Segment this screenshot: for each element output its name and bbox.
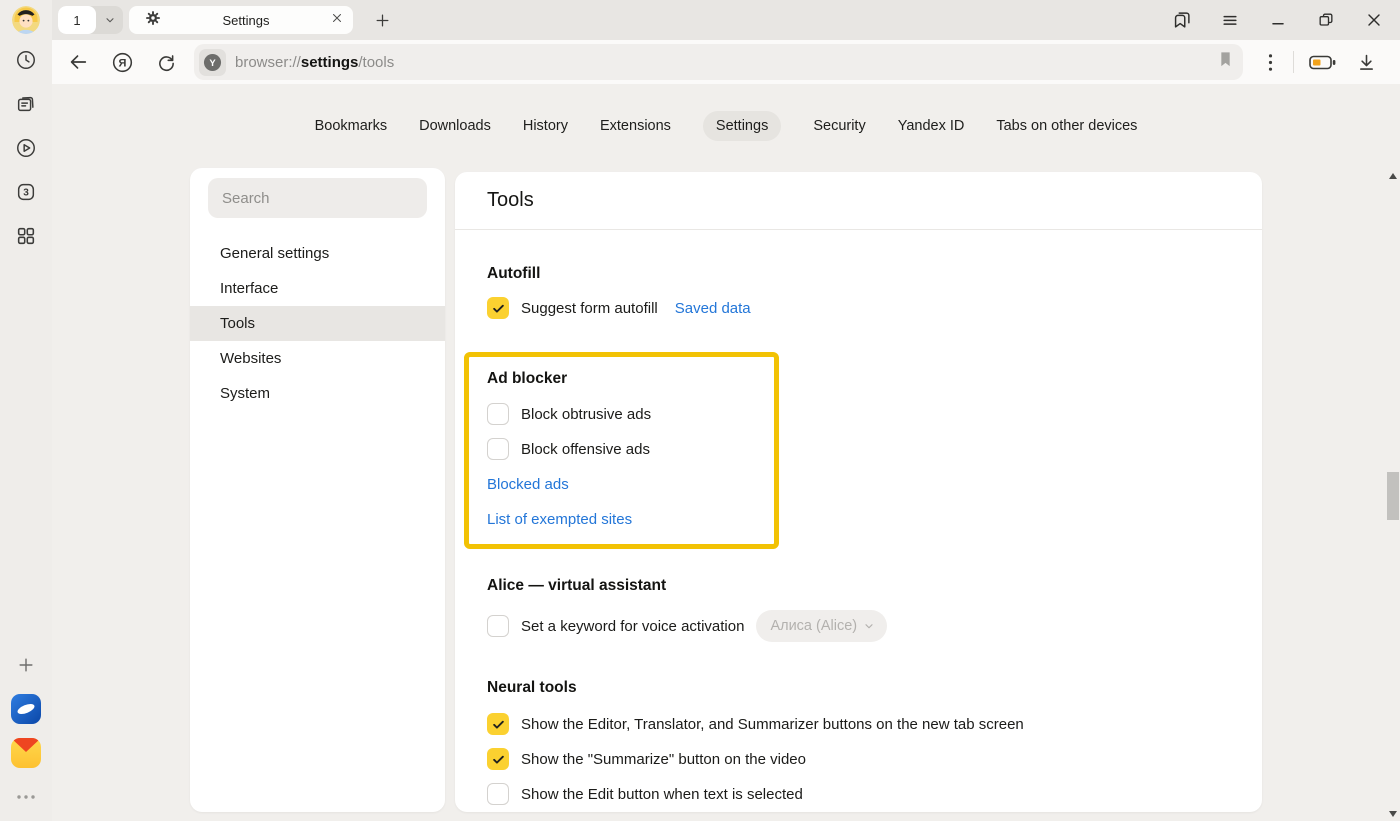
saved-data-link[interactable]: Saved data [675,300,751,317]
site-badge-icon[interactable]: Y [199,49,226,76]
reload-icon[interactable] [144,44,188,80]
autofill-row: Suggest form autofill Saved data [487,296,1262,320]
new-tab-button[interactable] [367,5,397,35]
block-offensive-ads-row: Block offensive ads [487,437,774,461]
side-panel-icon[interactable] [1158,0,1206,40]
exempted-sites-link[interactable]: List of exempted sites [487,510,774,530]
tab-strip: 1 Settings [52,0,1400,40]
autofill-heading: Autofill [487,230,1262,284]
url-host: settings [301,54,359,71]
ad-blocker-heading: Ad blocker [487,369,774,389]
checkbox-label[interactable]: Show the Editor, Translator, and Summari… [521,716,1024,733]
nav-downloads[interactable]: Downloads [419,111,491,141]
tab-gear-icon [145,10,161,31]
tab-close-icon[interactable] [331,11,343,29]
settings-search-input[interactable] [208,178,427,218]
toolbar-divider [1293,51,1294,73]
nav-security[interactable]: Security [813,111,865,141]
browser-toolbar: Я Y browser://settings/tools [52,40,1400,84]
back-icon[interactable] [56,44,100,80]
alice-heading: Alice — virtual assistant [487,576,1262,596]
nav-yandex-id[interactable]: Yandex ID [898,111,965,141]
more-apps-icon[interactable] [8,779,44,815]
url-text[interactable]: browser://settings/tools [235,54,394,71]
tab-list-chevron-icon[interactable] [96,6,123,34]
dropdown-value: Алиса (Alice) [770,618,857,634]
neural-summarize-video-row: Show the "Summarize" button on the video [487,747,1262,771]
active-tab-settings[interactable]: Settings [129,6,353,34]
yandex-home-icon[interactable]: Я [100,44,144,80]
feed-icon[interactable] [8,86,44,122]
settings-sidebar: General settings Interface Tools Website… [190,168,445,812]
scrollbar-down-icon[interactable] [1389,811,1397,817]
show-summarize-video-checkbox[interactable] [487,748,509,770]
nav-tabs-other-devices[interactable]: Tabs on other devices [996,111,1137,141]
tab-group-control[interactable]: 1 [58,6,123,34]
checkbox-label[interactable]: Show the Edit button when text is select… [521,786,803,803]
profile-avatar-alice[interactable] [12,6,40,34]
window-minimize-icon[interactable] [1254,0,1302,40]
neural-editor-row: Show the Editor, Translator, and Summari… [487,712,1262,736]
alice-keyword-dropdown[interactable]: Алиса (Alice) [756,610,887,642]
browser-menu-icon[interactable] [1206,0,1254,40]
checkbox-label[interactable]: Show the "Summarize" button on the video [521,751,806,768]
blocked-ads-link[interactable]: Blocked ads [487,475,774,495]
settings-top-nav: Bookmarks Downloads History Extensions S… [52,111,1400,141]
show-editor-translator-summarizer-checkbox[interactable] [487,713,509,735]
settings-page: Bookmarks Downloads History Extensions S… [52,84,1400,821]
svg-text:Я: Я [118,57,126,69]
settings-content-panel: Tools Autofill Suggest form autofill Sav… [455,172,1262,812]
sidebar-item-websites[interactable]: Websites [190,341,445,376]
alice-keyword-checkbox[interactable] [487,615,509,637]
url-scheme: browser:// [235,54,301,71]
nav-bookmarks[interactable]: Bookmarks [315,111,388,141]
show-edit-button-checkbox[interactable] [487,783,509,805]
page-scrollbar[interactable] [1386,168,1400,821]
bookmark-icon[interactable] [1218,51,1233,73]
sidebar-item-system[interactable]: System [190,376,445,411]
nav-history[interactable]: History [523,111,568,141]
checkbox-label[interactable]: Set a keyword for voice activation [521,618,744,635]
history-icon[interactable] [8,42,44,78]
apps-grid-icon[interactable] [8,218,44,254]
sidebar-item-general-settings[interactable]: General settings [190,236,445,271]
nav-extensions[interactable]: Extensions [600,111,671,141]
settings-section-list: General settings Interface Tools Website… [190,236,445,411]
window-restore-icon[interactable] [1302,0,1350,40]
url-path: /tools [358,54,394,71]
window-close-icon[interactable] [1350,0,1398,40]
scrollbar-thumb[interactable] [1387,472,1399,520]
checkbox-label[interactable]: Block obtrusive ads [521,406,651,423]
video-icon[interactable] [8,130,44,166]
tabs-count-number: 3 [23,188,29,199]
page-title: Tools [455,172,1262,230]
browser-left-rail: 3 [0,0,52,821]
tab-counter-badge[interactable]: 1 [58,6,96,34]
yandex-disk-app-icon[interactable] [8,691,44,727]
more-options-icon[interactable] [1253,44,1287,80]
ad-blocker-highlight-box: Ad blocker Block obtrusive ads Block off… [464,352,779,549]
block-obtrusive-ads-row: Block obtrusive ads [487,402,774,426]
neural-edit-button-row: Show the Edit button when text is select… [487,782,1262,806]
sidebar-item-tools[interactable]: Tools [190,306,445,341]
neural-tools-heading: Neural tools [487,678,1262,698]
checkbox-label[interactable]: Suggest form autofill [521,300,658,317]
sidebar-item-interface[interactable]: Interface [190,271,445,306]
alice-keyword-row: Set a keyword for voice activation Алиса… [487,610,1262,642]
tab-title: Settings [161,13,331,28]
downloads-icon[interactable] [1344,44,1388,80]
svg-text:Y: Y [209,57,216,68]
battery-saver-icon[interactable] [1300,44,1344,80]
suggest-form-autofill-checkbox[interactable] [487,297,509,319]
block-offensive-ads-checkbox[interactable] [487,438,509,460]
tabs-counter-icon[interactable]: 3 [8,174,44,210]
checkbox-label[interactable]: Block offensive ads [521,441,650,458]
yandex-mail-app-icon[interactable] [8,735,44,771]
block-obtrusive-ads-checkbox[interactable] [487,403,509,425]
scrollbar-up-icon[interactable] [1389,173,1397,179]
chevron-down-icon [863,620,875,632]
add-shortcut-icon[interactable] [8,647,44,683]
address-bar[interactable]: Y browser://settings/tools [194,44,1243,80]
nav-settings[interactable]: Settings [703,111,781,141]
